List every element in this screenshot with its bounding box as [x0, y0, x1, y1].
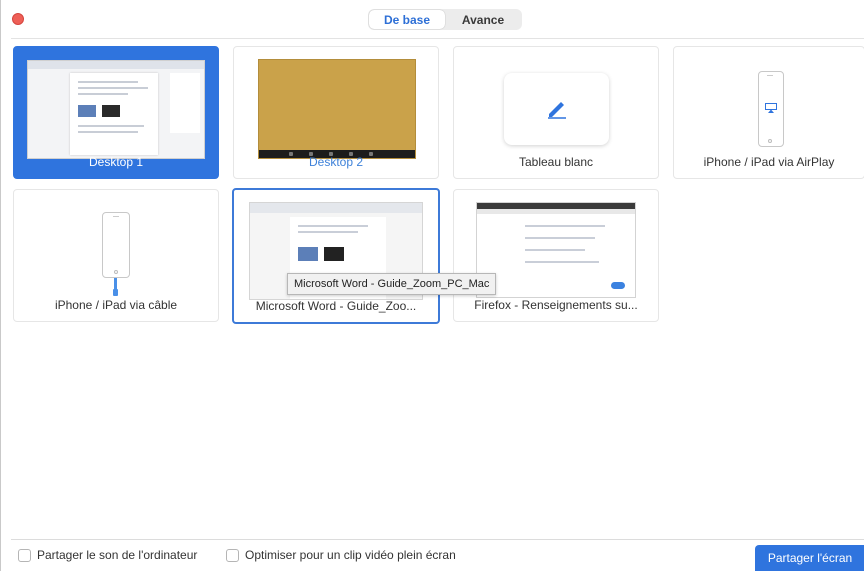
optimize-video-label: Optimiser pour un clip vidéo plein écran	[245, 548, 456, 562]
tile-cable[interactable]: iPhone / iPad via câble	[13, 189, 219, 322]
tooltip: Microsoft Word - Guide_Zoom_PC_Mac	[287, 273, 497, 295]
tile-microsoft-word[interactable]: Microsoft Word - Guide_Zoo...	[232, 188, 440, 324]
airplay-icon	[765, 103, 777, 113]
whiteboard-thumbnail	[504, 73, 609, 145]
cable-connector-icon	[113, 289, 118, 296]
tab-advanced[interactable]: Avance	[445, 10, 521, 29]
tile-label: iPhone / iPad via AirPlay	[703, 155, 835, 169]
tile-airplay[interactable]: iPhone / iPad via AirPlay	[673, 46, 864, 179]
checkbox-box[interactable]	[18, 548, 31, 562]
share-sound-checkbox[interactable]: Partager le son de l'ordinateur	[18, 548, 197, 562]
share-sound-label: Partager le son de l'ordinateur	[37, 548, 198, 562]
tile-label: Desktop 1	[88, 155, 144, 169]
tile-firefox[interactable]: Firefox - Renseignements su...	[453, 189, 659, 322]
tab-basic[interactable]: De base	[369, 10, 445, 29]
iphone-icon	[102, 212, 130, 278]
tile-label: Tableau blanc	[518, 155, 594, 169]
tile-label: Microsoft Word - Guide_Zoo...	[255, 299, 417, 313]
tile-label: Desktop 2	[308, 155, 364, 169]
tile-label: Firefox - Renseignements su...	[474, 298, 638, 312]
mode-segmented-control: De base Avance	[368, 9, 522, 30]
bottom-divider	[11, 539, 864, 540]
tile-whiteboard[interactable]: Tableau blanc	[453, 46, 659, 179]
iphone-icon	[758, 71, 784, 147]
share-screen-button[interactable]: Partager l'écran	[755, 545, 864, 571]
firefox-thumbnail	[476, 202, 636, 298]
desktop-1-thumbnail	[27, 60, 205, 159]
share-screen-window: De base Avance Desktop 1 Desktop 2 Table…	[0, 0, 864, 571]
desktop-2-thumbnail	[258, 59, 416, 159]
pencil-icon	[548, 102, 566, 119]
tile-desktop-2[interactable]: Desktop 2	[233, 46, 439, 179]
tile-label: iPhone / iPad via câble	[54, 298, 178, 312]
window-close-button[interactable]	[12, 13, 24, 25]
optimize-video-checkbox[interactable]: Optimiser pour un clip vidéo plein écran	[226, 548, 456, 562]
checkbox-box[interactable]	[226, 548, 239, 562]
top-divider	[11, 38, 864, 39]
tile-desktop-1[interactable]: Desktop 1	[13, 46, 219, 179]
